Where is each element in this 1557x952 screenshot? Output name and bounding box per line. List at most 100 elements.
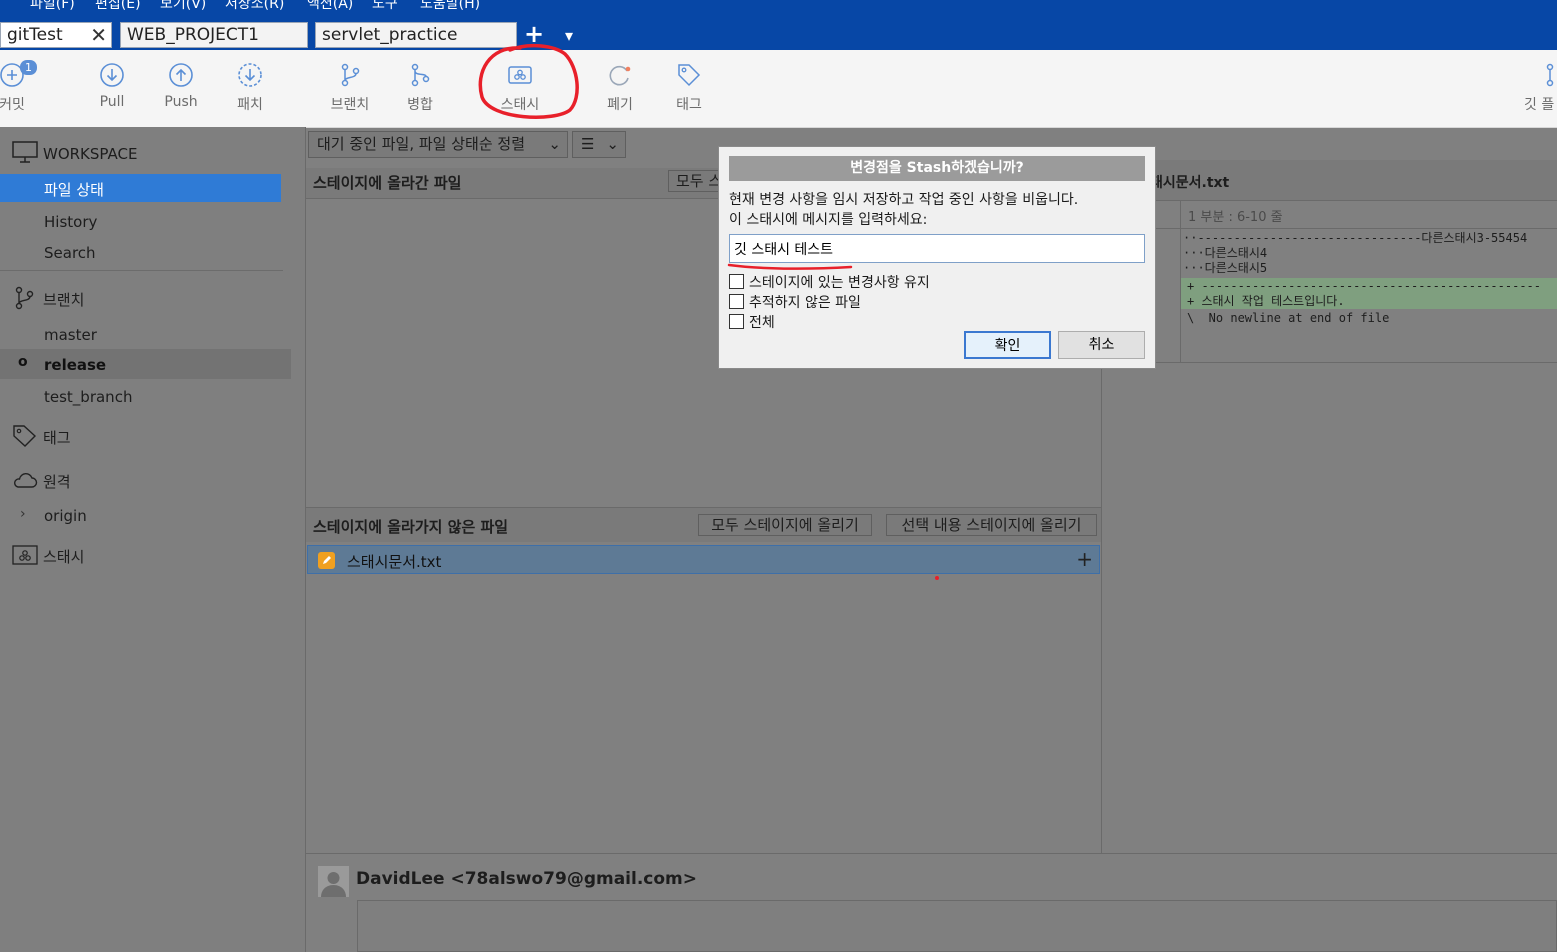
branches-heading[interactable]: 브랜치 [43,289,84,310]
tab-label: WEB_PROJECT1 [127,25,259,45]
pull-label: Pull [99,94,125,110]
discard-button[interactable]: 폐기 [590,58,650,120]
push-icon [169,63,193,87]
diff-line: + 스태시 작업 테스트입니다. [1187,294,1345,308]
checkbox-label: 전체 [749,315,775,331]
discard-label: 폐기 [607,97,633,113]
branch-icon [341,63,360,87]
stage-file-icon[interactable]: + [1076,547,1093,571]
file-name: 스태시문서.txt [347,553,442,571]
checkbox-box[interactable] [729,274,744,289]
diff-line: ··-------------------------------다른스태시3-… [1183,231,1528,245]
ok-button[interactable]: 확인 [964,331,1051,359]
tab-gittest[interactable]: gitTest ✕ [0,22,112,48]
fetch-button[interactable]: 패치 [220,58,280,120]
sort-dropdown[interactable]: 대기 중인 파일, 파일 상태순 정렬 ⌄ [308,131,568,158]
all-checkbox[interactable]: 전체 [729,312,775,332]
tags-heading[interactable]: 태그 [43,427,71,448]
tab-label: servlet_practice [322,25,458,45]
pull-icon [100,63,124,87]
sidebar: WORKSPACE 파일 상태 History Search 브랜치 maste… [0,127,305,952]
git-flow-icon [1546,63,1554,87]
merge-icon [411,63,430,87]
menu-edit[interactable]: 편집(E) [95,0,141,12]
tag-label: 태그 [676,97,702,113]
branch-button[interactable]: 브랜치 [320,58,380,120]
stash-icon [12,545,38,565]
chevron-right-icon[interactable]: › [20,506,26,522]
list-icon: ☰ [581,135,595,153]
close-icon[interactable]: ✕ [90,23,107,47]
annotation-underline [727,263,853,270]
checkbox-label: 추적하지 않은 파일 [749,295,861,311]
keep-staged-checkbox[interactable]: 스테이지에 있는 변경사항 유지 [729,272,930,292]
branch-label: release [44,356,107,374]
stage-selected-button[interactable]: 선택 내용 스테이지에 올리기 [886,514,1097,536]
fetch-icon [238,63,262,87]
sidebar-item-label: 파일 상태 [44,181,104,199]
fetch-label: 패치 [237,97,263,113]
menu-view[interactable]: 보기(V) [160,0,206,12]
git-flow-button[interactable]: 깃 플 [1520,58,1557,120]
modified-file-icon [318,552,335,569]
diff-line: \ No newline at end of file [1187,311,1390,325]
dialog-prompt: 이 스태시에 메시지를 입력하세요: [729,212,928,228]
branch-item-master[interactable]: master [44,326,97,344]
tab-label: gitTest [7,25,63,45]
stage-all-button[interactable]: 모두 스테이지에 올리기 [698,514,872,536]
remotes-heading[interactable]: 원격 [43,471,71,492]
commit-badge: 1 [20,60,37,75]
stashes-heading[interactable]: 스태시 [43,546,84,567]
commit-button[interactable]: 커밋 1 [0,58,42,120]
checkbox-box[interactable] [729,294,744,309]
divider [1102,228,1557,229]
branch-item-test-branch[interactable]: test_branch [44,388,132,406]
divider [306,853,1557,854]
merge-label: 병합 [407,97,433,113]
tab-bar: gitTest ✕ WEB_PROJECT1 servlet_practice … [0,12,1557,50]
pull-button[interactable]: Pull [82,58,142,120]
stash-message-input[interactable] [729,234,1145,263]
sort-label: 대기 중인 파일, 파일 상태순 정렬 [317,135,526,153]
menu-file[interactable]: 파일(F) [30,0,75,12]
hunk-header: 1 부분 : 6-10 줄 [1188,210,1283,225]
unstage-all-button[interactable]: 모두 스 [668,170,723,192]
checkbox-box[interactable] [729,314,744,329]
tag-icon [13,425,37,447]
workspace-heading: WORKSPACE [43,145,138,163]
checkbox-label: 스테이지에 있는 변경사항 유지 [749,275,930,291]
cancel-button[interactable]: 취소 [1058,331,1145,359]
commit-message-input[interactable] [357,900,1557,952]
current-branch-icon: o [18,354,28,370]
commit-author: DavidLee <78alswo79@gmail.com> [356,869,698,889]
staged-title: 스테이지에 올라간 파일 [313,174,462,192]
menu-repository[interactable]: 저장소(R) [225,0,284,12]
commit-label: 커밋 [0,97,25,113]
menu-help[interactable]: 도움말(H) [420,0,480,12]
workspace-icon [12,141,38,163]
tag-button[interactable]: 태그 [659,58,719,120]
untracked-checkbox[interactable]: 추적하지 않은 파일 [729,292,861,312]
git-flow-label: 깃 플 [1524,97,1555,113]
sidebar-item-search[interactable]: Search [44,244,96,262]
push-button[interactable]: Push [151,58,211,120]
remote-item-origin[interactable]: origin [44,507,87,525]
menu-actions[interactable]: 액션(A) [307,0,353,12]
push-label: Push [164,94,198,110]
sidebar-item-history[interactable]: History [44,213,97,231]
stash-dialog: 변경점을 Stash하겠습니까? 현재 변경 사항을 임시 저장하고 작업 중인… [718,146,1156,369]
menu-tools[interactable]: 도구 [372,0,398,12]
list-item[interactable]: 스태시문서.txt + [307,545,1100,574]
sidebar-item-file-status[interactable]: 파일 상태 [0,174,281,202]
diff-line: + --------------------------------------… [1187,279,1542,293]
merge-button[interactable]: 병합 [390,58,450,120]
dialog-title: 변경점을 Stash하겠습니까? [729,156,1145,181]
branch-item-release[interactable]: o release [0,349,291,379]
chevron-down-icon: ⌄ [606,135,619,153]
discard-icon [609,65,631,86]
view-mode-dropdown[interactable]: ☰ ⌄ [572,131,626,158]
toolbar: 커밋 1 Pull Push 패치 브랜치 병합 스태시 폐기 태그 깃 플 [0,43,1557,128]
divider [0,270,283,271]
cloud-icon [14,473,38,488]
tab-web-project1[interactable]: WEB_PROJECT1 [120,22,308,48]
